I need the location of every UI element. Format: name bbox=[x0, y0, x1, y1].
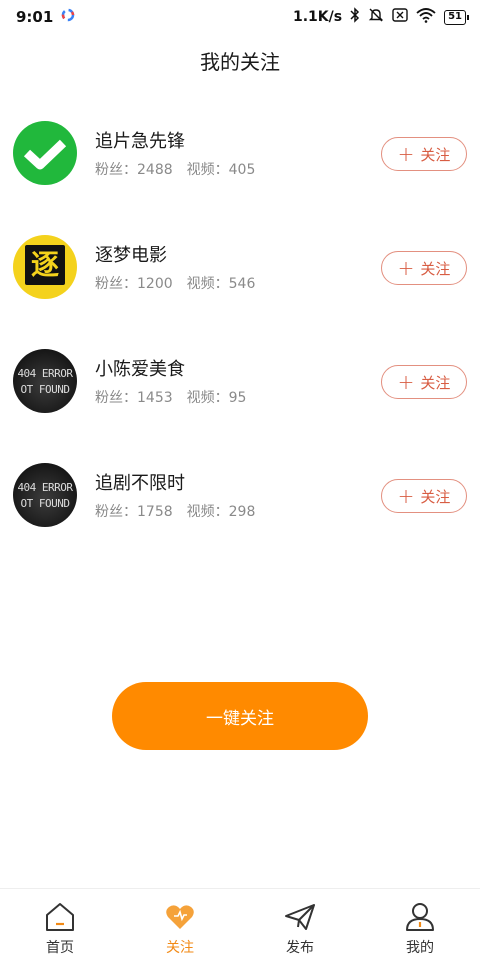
avatar[interactable]: 404 ERROR OT FOUND bbox=[13, 463, 77, 527]
nav-item-home[interactable]: 首页 bbox=[0, 889, 120, 960]
profile-icon bbox=[403, 901, 437, 933]
plus-icon: + bbox=[397, 256, 415, 280]
video-count: 视频：546 bbox=[186, 276, 256, 292]
status-bar: 9:01 1.1K/s 51 bbox=[0, 0, 480, 34]
video-count: 视频：405 bbox=[186, 162, 256, 178]
fans-count: 粉丝：2488 bbox=[95, 162, 173, 178]
heart-icon bbox=[163, 901, 197, 933]
video-count: 视频：95 bbox=[186, 390, 247, 406]
channel-name[interactable]: 追剧不限时 bbox=[95, 469, 185, 495]
follow-button-label: 关注 bbox=[420, 487, 451, 506]
fans-count: 粉丝：1453 bbox=[95, 390, 173, 406]
follow-all-button[interactable]: 一键关注 bbox=[112, 682, 368, 750]
follow-button[interactable]: + 关注 bbox=[381, 251, 467, 285]
video-count: 视频：298 bbox=[186, 504, 256, 520]
avatar[interactable] bbox=[13, 121, 77, 185]
list-item[interactable]: 逐 逐梦电影 粉丝：1200 视频：546 + 关注 bbox=[0, 229, 480, 309]
nav-item-publish[interactable]: 发布 bbox=[240, 889, 360, 960]
plus-icon: + bbox=[397, 142, 415, 166]
fans-count: 粉丝：1200 bbox=[95, 276, 173, 292]
avatar[interactable]: 404 ERROR OT FOUND bbox=[13, 349, 77, 413]
page-title: 我的关注 bbox=[200, 50, 280, 74]
follow-button-label: 关注 bbox=[420, 145, 451, 164]
list-item[interactable]: 追片急先锋 粉丝：2488 视频：405 + 关注 bbox=[0, 115, 480, 195]
follow-button[interactable]: + 关注 bbox=[381, 137, 467, 171]
list-item[interactable]: 404 ERROR OT FOUND 追剧不限时 粉丝：1758 视频：298 … bbox=[0, 457, 480, 537]
sim-icon bbox=[392, 8, 408, 26]
logo-text: 逐 bbox=[30, 248, 59, 281]
plus-icon: + bbox=[397, 370, 415, 394]
check-logo-icon bbox=[23, 139, 67, 170]
channel-stats: 粉丝：1758 视频：298 bbox=[95, 501, 255, 521]
nav-label: 关注 bbox=[166, 940, 194, 956]
nav-label: 首页 bbox=[46, 940, 74, 956]
follow-button[interactable]: + 关注 bbox=[381, 365, 467, 399]
follow-button-label: 关注 bbox=[420, 259, 451, 278]
avatar-error-text: 404 ERROR bbox=[17, 481, 73, 494]
follow-button-label: 关注 bbox=[420, 373, 451, 392]
battery-icon: 51 bbox=[444, 9, 469, 25]
app-notification-icon bbox=[61, 8, 75, 26]
bottom-nav: 首页 关注 发布 我的 bbox=[0, 888, 480, 960]
send-icon bbox=[283, 901, 317, 933]
nav-label: 我的 bbox=[406, 940, 434, 956]
nav-item-follow[interactable]: 关注 bbox=[120, 889, 240, 960]
nav-item-profile[interactable]: 我的 bbox=[360, 889, 480, 960]
wifi-icon bbox=[416, 7, 436, 27]
home-icon bbox=[43, 901, 77, 933]
network-speed: 1.1K/s bbox=[292, 9, 343, 25]
plus-icon: + bbox=[397, 484, 415, 508]
status-time: 9:01 bbox=[16, 8, 54, 26]
nav-label: 发布 bbox=[286, 940, 314, 956]
bluetooth-icon bbox=[350, 7, 360, 27]
channel-stats: 粉丝：1453 视频：95 bbox=[95, 387, 246, 407]
logo-mark: 逐 bbox=[25, 245, 65, 285]
avatar-error-text: 404 ERROR bbox=[17, 367, 73, 380]
avatar-error-text: OT FOUND bbox=[20, 383, 70, 396]
channel-stats: 粉丝：1200 视频：546 bbox=[95, 273, 255, 293]
channel-name[interactable]: 追片急先锋 bbox=[95, 127, 185, 153]
list-item[interactable]: 404 ERROR OT FOUND 小陈爱美食 粉丝：1453 视频：95 +… bbox=[0, 343, 480, 423]
channel-stats: 粉丝：2488 视频：405 bbox=[95, 159, 255, 179]
follow-button[interactable]: + 关注 bbox=[381, 479, 467, 513]
avatar[interactable]: 逐 bbox=[13, 235, 77, 299]
fans-count: 粉丝：1758 bbox=[95, 504, 173, 520]
channel-name[interactable]: 逐梦电影 bbox=[95, 241, 167, 267]
channel-name[interactable]: 小陈爱美食 bbox=[95, 355, 185, 381]
avatar-error-text: OT FOUND bbox=[20, 497, 70, 510]
mute-icon bbox=[368, 7, 384, 27]
